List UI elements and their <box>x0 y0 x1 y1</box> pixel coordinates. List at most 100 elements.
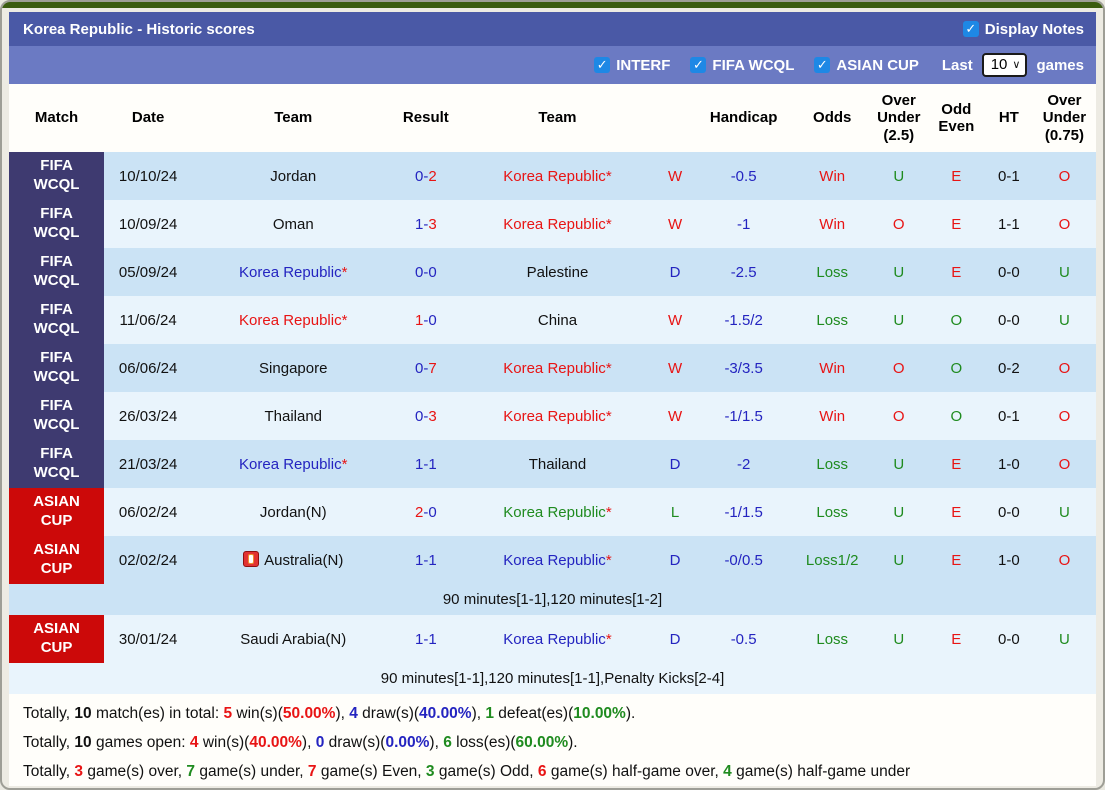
result-away-score: 3 <box>428 407 437 425</box>
filter-checkbox-icon[interactable] <box>690 57 707 73</box>
cell-date: 06/02/24 <box>104 488 193 536</box>
team-star-mark: * <box>605 503 612 521</box>
cell-competition: ASIAN CUP <box>9 536 105 584</box>
team-name: Korea Republic <box>239 455 342 473</box>
cell-competition: FIFA WCQL <box>9 200 105 248</box>
summary-segment: ), <box>471 705 486 722</box>
cell-result: 1-1 <box>394 440 458 488</box>
cell-over-under-075: O <box>1032 440 1096 488</box>
filter-toggle-interf[interactable]: INTERF <box>594 57 670 74</box>
chevron-down-icon: ∨ <box>1012 59 1021 71</box>
cell-odds: Loss1/2 <box>794 536 870 584</box>
display-notes-label: Display Notes <box>984 20 1084 38</box>
summary-line-2: Totally, 10 games open: 4 win(s)(40.00%)… <box>23 728 1096 757</box>
cell-odd-even: E <box>927 536 985 584</box>
last-games-select[interactable]: 10 ∨ <box>981 53 1028 77</box>
cell-date: 05/09/24 <box>104 248 193 296</box>
filter-checkbox-icon[interactable] <box>594 57 611 73</box>
cell-handicap: -1/1.5 <box>692 392 795 440</box>
cell-odd-even: O <box>927 296 985 344</box>
cell-handicap: -0.5 <box>692 152 795 200</box>
summary-segment: 4 <box>189 734 199 751</box>
cell-over-under-075: U <box>1032 488 1096 536</box>
filter-toggle-asian-cup[interactable]: ASIAN CUP <box>814 57 919 74</box>
summary-segment: Totally, <box>23 763 75 780</box>
team-star-mark: * <box>341 263 348 281</box>
summary-segment: defeat(es)( <box>494 705 574 722</box>
team-name: Korea Republic <box>503 167 606 185</box>
summary-segment: Totally, <box>23 705 75 722</box>
cell-team: Korea Republic* <box>192 248 395 296</box>
match-row: FIFA WCQL 10/09/24 Oman 1-3 Korea Republic* W… <box>9 200 1096 248</box>
cell-competition: FIFA WCQL <box>9 248 105 296</box>
team-name: Korea Republic <box>503 630 606 648</box>
cell-odd-even: E <box>927 488 985 536</box>
cell-handicap: -0/0.5 <box>692 536 795 584</box>
filter-toggle-fifa-wcql[interactable]: FIFA WCQL <box>690 57 794 74</box>
cell-over-under-075: U <box>1032 296 1096 344</box>
cell-over-under-25: U <box>869 488 928 536</box>
cell-wdl: W <box>657 392 693 440</box>
cell-competition: FIFA WCQL <box>9 152 105 200</box>
widget-frame: Korea Republic - Historic scores Display… <box>0 0 1105 790</box>
team-star-mark: * <box>605 215 612 233</box>
summary-segment: 3 <box>74 763 84 780</box>
cell-over-under-25: U <box>869 440 928 488</box>
cell-team: Australia(N) <box>192 536 395 584</box>
cell-competition: ASIAN CUP <box>9 488 105 536</box>
team-name: Jordan(N) <box>259 503 327 521</box>
cell-date: 11/06/24 <box>104 296 193 344</box>
cell-odd-even: E <box>927 440 985 488</box>
cell-odd-even: E <box>927 248 985 296</box>
summary-segment: game(s) half-game under <box>731 763 911 780</box>
cell-handicap: -1.5/2 <box>692 296 795 344</box>
team-star-mark: * <box>605 630 612 648</box>
cell-over-under-25: U <box>869 615 928 663</box>
cell-team: Korea Republic* <box>457 536 658 584</box>
cell-ht: 0-2 <box>984 344 1033 392</box>
cell-result: 2-0 <box>394 488 458 536</box>
display-notes-toggle[interactable]: Display Notes <box>962 20 1084 38</box>
summary-segment: ). <box>625 705 636 722</box>
cell-ht: 0-0 <box>984 615 1033 663</box>
summary-segment: loss(es)( <box>451 734 516 751</box>
cell-competition: ASIAN CUP <box>9 615 105 663</box>
summary-line-1: Totally, 10 match(es) in total: 5 win(s)… <box>23 699 1096 728</box>
team-name: Saudi Arabia(N) <box>240 630 347 648</box>
cell-handicap: -2.5 <box>692 248 795 296</box>
display-notes-checkbox-icon[interactable] <box>962 21 979 37</box>
col-header-ht: HT <box>984 84 1033 152</box>
cell-over-under-25: U <box>869 248 928 296</box>
match-note-text: 90 minutes[1-1],120 minutes[1-2] <box>9 584 1096 615</box>
cell-team: Jordan(N) <box>192 488 395 536</box>
cell-odds: Win <box>794 344 870 392</box>
cell-competition: FIFA WCQL <box>9 296 105 344</box>
cell-ht: 0-0 <box>984 488 1033 536</box>
cell-odds: Loss <box>794 296 870 344</box>
cell-over-under-075: U <box>1032 615 1096 663</box>
cell-team: China <box>457 296 658 344</box>
cell-over-under-075: O <box>1032 392 1096 440</box>
col-header-result: Result <box>394 84 458 152</box>
cell-handicap: -1 <box>692 200 795 248</box>
competition-filters: INTERF FIFA WCQL ASIAN CUP <box>594 57 919 74</box>
cell-ht: 0-1 <box>984 152 1033 200</box>
cell-odds: Loss <box>794 488 870 536</box>
col-header-odds: Odds <box>794 84 870 152</box>
cell-wdl: W <box>657 152 693 200</box>
cell-team: Korea Republic* <box>192 296 395 344</box>
cell-result: 0-2 <box>394 152 458 200</box>
summary-segment: 5 <box>223 705 233 722</box>
filter-checkbox-icon[interactable] <box>814 57 831 73</box>
result-away-score: 1 <box>428 630 437 648</box>
match-note-row: 90 minutes[1-1],120 minutes[1-2] <box>9 584 1096 615</box>
result-away-score: 0 <box>428 263 437 281</box>
team-name: Singapore <box>259 359 328 377</box>
cell-ht: 1-0 <box>984 536 1033 584</box>
team-name: Australia(N) <box>264 552 344 569</box>
team-badge-icon <box>243 551 260 567</box>
team-name: Thailand <box>528 455 587 473</box>
cell-team: Korea Republic* <box>457 615 658 663</box>
cell-over-under-075: O <box>1032 344 1096 392</box>
cell-ht: 0-0 <box>984 296 1033 344</box>
